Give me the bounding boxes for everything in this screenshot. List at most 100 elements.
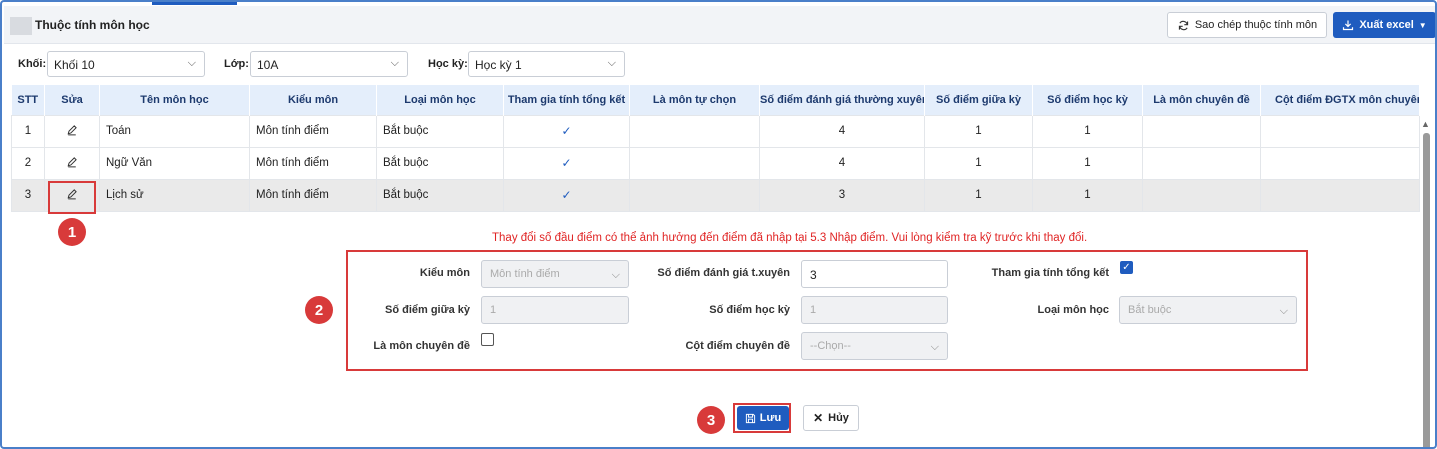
- scrollbar-thumb[interactable]: [1423, 133, 1430, 447]
- col-header: Số điểm giữa kỳ: [924, 85, 1033, 115]
- subject-kind-value: Môn tính điểm: [490, 268, 560, 280]
- cell-regular-scores: 4: [759, 114, 925, 148]
- edit-button[interactable]: [44, 114, 100, 148]
- save-icon: [745, 413, 755, 423]
- cell-subject-kind: Môn tính điểm: [249, 146, 377, 180]
- cell-regular-scores: 4: [759, 146, 925, 180]
- scroll-up-arrow[interactable]: ▲: [1421, 119, 1430, 129]
- active-tab-indicator: [152, 2, 237, 5]
- chevron-down-icon: ⌵: [607, 57, 616, 69]
- midterm-scores-input: 1: [481, 296, 629, 324]
- check-icon: ✓: [561, 156, 572, 170]
- table-row[interactable]: 1 Toán Môn tính điểm Bắt buộc ✓ 4 1 1: [11, 114, 1420, 148]
- cell-stt: 3: [11, 178, 45, 212]
- save-button[interactable]: Lưu: [737, 406, 789, 430]
- step-badge-3: 3: [697, 406, 725, 434]
- cell-subject-kind: Môn tính điểm: [249, 114, 377, 148]
- cell-subject-name: Toán: [99, 114, 250, 148]
- final-total-label: Tham gia tính tổng kết: [991, 267, 1109, 279]
- cell-specialized-column: [1260, 114, 1420, 148]
- subject-table: STT Sửa Tên môn học Kiểu môn Loại môn họ…: [11, 85, 1420, 212]
- col-header: Loại môn học: [376, 85, 504, 115]
- copy-attributes-button[interactable]: Sao chép thuộc tính môn: [1167, 12, 1327, 38]
- table-row-selected[interactable]: 3 Lịch sử Môn tính điểm Bắt buộc ✓ 3 1 1: [11, 178, 1420, 212]
- pencil-icon: [67, 156, 77, 167]
- col-header: Số điểm đánh giá thường xuyên: [759, 85, 925, 115]
- subject-type-value: Bắt buộc: [1128, 304, 1172, 316]
- subject-type-select: Bắt buộc ⌵: [1119, 296, 1297, 324]
- semester-scores-value: 1: [810, 304, 817, 316]
- cell-stt: 1: [11, 114, 45, 148]
- specialized-checkbox[interactable]: [481, 333, 494, 346]
- cell-regular-scores: 3: [759, 178, 925, 212]
- save-label: Lưu: [759, 412, 782, 424]
- subject-kind-label: Kiểu môn: [419, 267, 470, 279]
- cell-specialized-column: [1260, 146, 1420, 180]
- regular-scores-input[interactable]: 3: [801, 260, 948, 288]
- class-value: 10A: [257, 58, 279, 72]
- cell-semester-scores: 1: [1032, 178, 1143, 212]
- cell-subject-type: Bắt buộc: [376, 114, 504, 148]
- step-badge-1: 1: [58, 218, 86, 246]
- edit-button[interactable]: [44, 146, 100, 180]
- cell-specialized: [1142, 178, 1261, 212]
- col-header: Tham gia tính tổng kết: [503, 85, 630, 115]
- warning-message: Thay đổi số đầu điểm có thể ảnh hưởng đế…: [492, 232, 1088, 244]
- app-window: Thuộc tính môn học Sao chép thuộc tính m…: [0, 0, 1437, 449]
- chevron-down-icon: ⌵: [187, 57, 196, 69]
- export-excel-label: Xuất excel: [1359, 19, 1414, 31]
- cell-specialized: [1142, 114, 1261, 148]
- chevron-down-icon: ⌵: [611, 269, 620, 281]
- regular-scores-value: 3: [810, 268, 817, 282]
- refresh-icon: [1178, 20, 1188, 30]
- table-header-row: STT Sửa Tên môn học Kiểu môn Loại môn họ…: [11, 85, 1420, 115]
- subject-type-label: Loại môn học: [1037, 304, 1110, 316]
- table-row[interactable]: 2 Ngữ Văn Môn tính điểm Bắt buộc ✓ 4 1 1: [11, 146, 1420, 180]
- chevron-down-icon: ⌵: [930, 341, 939, 353]
- specialized-column-label: Cột điểm chuyên đề: [685, 340, 790, 352]
- cell-semester-scores: 1: [1032, 114, 1143, 148]
- semester-label: Học kỳ:: [428, 58, 468, 70]
- regular-scores-label: Số điểm đánh giá t.xuyên: [657, 267, 790, 279]
- grade-select[interactable]: Khối 10 ⌵: [47, 51, 205, 77]
- pencil-icon: [67, 124, 77, 135]
- col-header: Là môn chuyên đề: [1142, 85, 1261, 115]
- step-badge-2: 2: [305, 296, 333, 324]
- semester-value: Học kỳ 1: [475, 58, 522, 72]
- specialized-column-select: --Chọn-- ⌵: [801, 332, 948, 360]
- semester-select[interactable]: Học kỳ 1 ⌵: [468, 51, 625, 77]
- cell-specialized-column: [1260, 178, 1420, 212]
- copy-attributes-label: Sao chép thuộc tính môn: [1194, 19, 1318, 31]
- check-icon: ✓: [561, 188, 572, 202]
- class-label: Lớp:: [224, 58, 249, 70]
- cell-midterm-scores: 1: [924, 146, 1033, 180]
- col-header: Tên môn học: [99, 85, 250, 115]
- caret-down-icon: ▼: [1418, 20, 1427, 30]
- cell-subject-kind: Môn tính điểm: [249, 178, 377, 212]
- grade-value: Khối 10: [54, 58, 95, 72]
- specialized-label: Là môn chuyên đề: [373, 340, 470, 352]
- download-icon: [1343, 20, 1354, 31]
- filter-bar: Khối: Khối 10 ⌵ Lớp: 10A ⌵ Học kỳ: Học k…: [18, 51, 718, 77]
- subject-kind-select: Môn tính điểm ⌵: [481, 260, 629, 288]
- col-header: Kiểu môn: [249, 85, 377, 115]
- cancel-button[interactable]: ✕ Hủy: [803, 405, 859, 431]
- class-select[interactable]: 10A ⌵: [250, 51, 408, 77]
- check-icon: ✓: [561, 124, 572, 138]
- cell-subject-name: Ngữ Văn: [99, 146, 250, 180]
- page-header: Thuộc tính môn học Sao chép thuộc tính m…: [4, 6, 1435, 44]
- grade-label: Khối:: [18, 58, 47, 70]
- export-excel-button[interactable]: Xuất excel ▼: [1333, 12, 1435, 38]
- cell-specialized: [1142, 146, 1261, 180]
- col-header: Là môn tự chọn: [629, 85, 760, 115]
- highlight-edit-box: [48, 181, 96, 214]
- header-thumbnail: [10, 17, 32, 35]
- cell-stt: 2: [11, 146, 45, 180]
- check-icon: ✓: [1122, 262, 1131, 273]
- cell-final-check: ✓: [503, 178, 630, 212]
- semester-scores-label: Số điểm học kỳ: [709, 304, 790, 316]
- final-total-checkbox[interactable]: ✓: [1120, 261, 1133, 274]
- col-header: Sửa: [44, 85, 100, 115]
- cell-final-check: ✓: [503, 114, 630, 148]
- cell-subject-name: Lịch sử: [99, 178, 250, 212]
